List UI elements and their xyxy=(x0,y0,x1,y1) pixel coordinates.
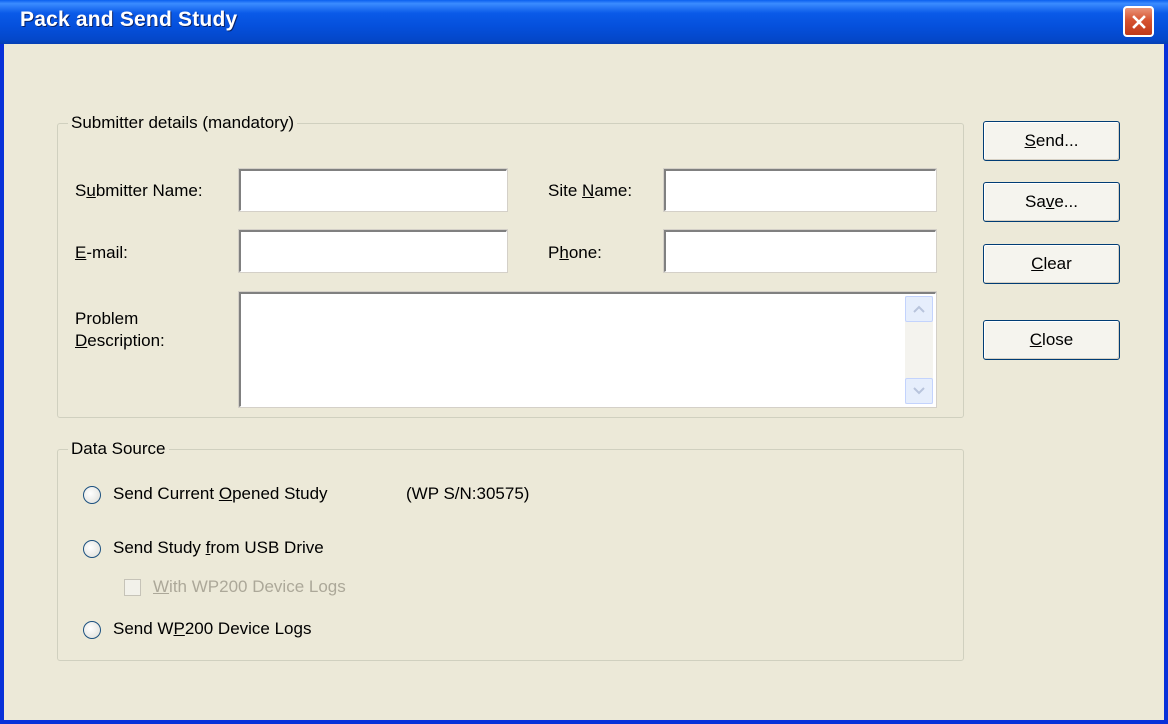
with-device-logs-checkbox[interactable] xyxy=(124,579,141,596)
serial-number-text: (WP S/N:30575) xyxy=(406,484,530,503)
scroll-up-button[interactable] xyxy=(905,296,933,322)
clear-button[interactable]: Clear xyxy=(983,244,1120,284)
send-button[interactable]: Send... xyxy=(983,121,1120,161)
title-bar[interactable]: Pack and Send Study xyxy=(0,0,1168,44)
problem-description-label: Problem Description: xyxy=(75,309,165,350)
submitter-name-label: Submitter Name: xyxy=(75,181,203,200)
submitter-details-legend: Submitter details (mandatory) xyxy=(71,113,294,132)
problem-description-scrollbar[interactable] xyxy=(905,296,933,404)
submitter-name-input[interactable] xyxy=(238,168,508,212)
scroll-down-icon xyxy=(913,387,925,395)
save-button[interactable]: Sa v e... xyxy=(983,182,1120,222)
problem-description-textarea[interactable] xyxy=(238,291,937,408)
close-window-button[interactable] xyxy=(1123,6,1154,37)
send-device-logs-label[interactable]: Send WP200 Device Logs xyxy=(113,619,311,639)
send-current-study-radio[interactable] xyxy=(83,486,101,504)
pack-and-send-dialog: Pack and Send Study Submitter details (m… xyxy=(0,0,1168,724)
scroll-up-icon xyxy=(913,305,925,313)
site-name-label: Site Name: xyxy=(548,181,633,200)
scroll-down-button[interactable] xyxy=(905,378,933,404)
window-title: Pack and Send Study xyxy=(20,8,238,31)
with-device-logs-label[interactable]: With WP200 Device Logs xyxy=(153,577,346,597)
email-label: E-mail: xyxy=(75,243,128,262)
send-from-usb-label[interactable]: Send Study from USB Drive xyxy=(113,538,324,558)
send-from-usb-radio[interactable] xyxy=(83,540,101,558)
email-input[interactable] xyxy=(238,229,508,273)
send-current-study-label[interactable]: Send Current Opened Study xyxy=(113,484,328,504)
phone-input[interactable] xyxy=(663,229,937,273)
data-source-legend: Data Source xyxy=(71,439,166,458)
close-button[interactable]: Close xyxy=(983,320,1120,360)
send-device-logs-radio[interactable] xyxy=(83,621,101,639)
site-name-input[interactable] xyxy=(663,168,937,212)
phone-label: Phone: xyxy=(548,243,602,262)
close-icon xyxy=(1131,14,1146,29)
